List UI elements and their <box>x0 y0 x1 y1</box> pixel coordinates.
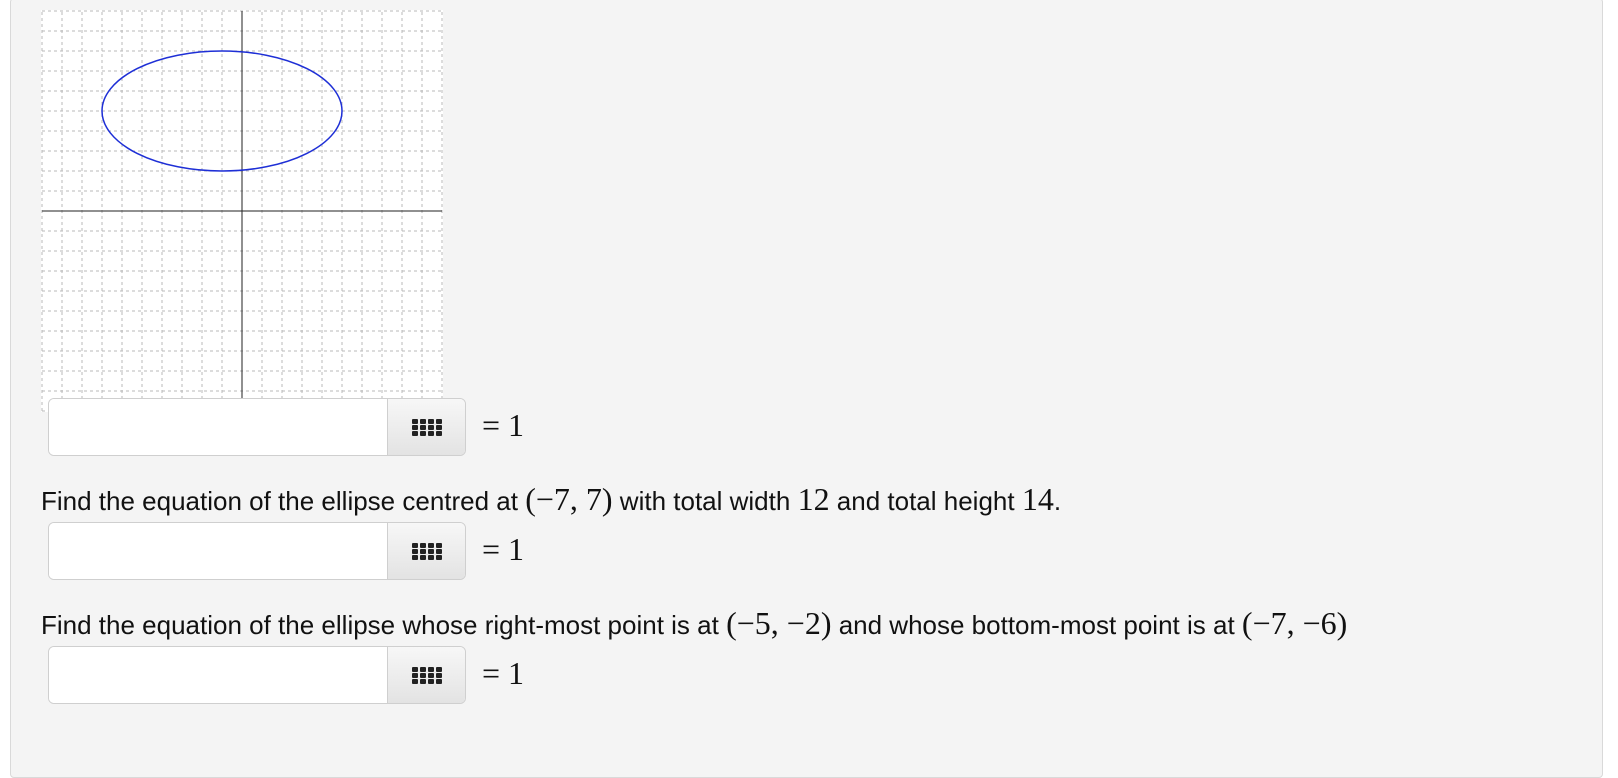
math-keypad-button-3[interactable] <box>387 647 465 703</box>
question-panel: = 1 Find the equation of the ellipse cen… <box>10 0 1603 778</box>
answer-box-3 <box>48 646 466 704</box>
prompt-math-center: (−7, 7) <box>525 481 613 517</box>
ellipse-graph <box>41 10 443 412</box>
answer-row-1: = 1 <box>48 397 524 457</box>
prompt-text: . <box>1053 486 1062 516</box>
equals-one-3: = 1 <box>482 654 525 691</box>
answer-row-3: = 1 <box>48 645 524 705</box>
equals-one-1: = 1 <box>482 406 525 443</box>
prompt-math-right-point: (−5, −2) <box>726 605 832 641</box>
problem-3-prompt: Find the equation of the ellipse whose r… <box>41 605 1347 642</box>
prompt-text: with total width <box>612 486 798 516</box>
answer-box-1 <box>48 398 466 456</box>
answer-input-3[interactable] <box>49 647 387 703</box>
graph-canvas <box>41 10 443 412</box>
math-keypad-button-2[interactable] <box>387 523 465 579</box>
prompt-text: and whose bottom-most point is at <box>831 610 1242 640</box>
prompt-math-height: 14 <box>1021 481 1054 517</box>
math-keypad-button-1[interactable] <box>387 399 465 455</box>
prompt-text: and total height <box>829 486 1022 516</box>
prompt-text: Find the equation of the ellipse whose r… <box>41 610 727 640</box>
prompt-math-bottom-point: (−7, −6) <box>1241 605 1348 641</box>
keypad-grid-icon <box>411 542 442 560</box>
prompt-math-width: 12 <box>797 481 830 517</box>
keypad-grid-icon <box>411 418 442 436</box>
equals-one-2: = 1 <box>482 530 525 567</box>
prompt-text: Find the equation of the ellipse centred… <box>41 486 526 516</box>
problem-2-prompt: Find the equation of the ellipse centred… <box>41 481 1061 518</box>
answer-box-2 <box>48 522 466 580</box>
keypad-grid-icon <box>411 666 442 684</box>
answer-row-2: = 1 <box>48 521 524 581</box>
answer-input-2[interactable] <box>49 523 387 579</box>
answer-input-1[interactable] <box>49 399 387 455</box>
